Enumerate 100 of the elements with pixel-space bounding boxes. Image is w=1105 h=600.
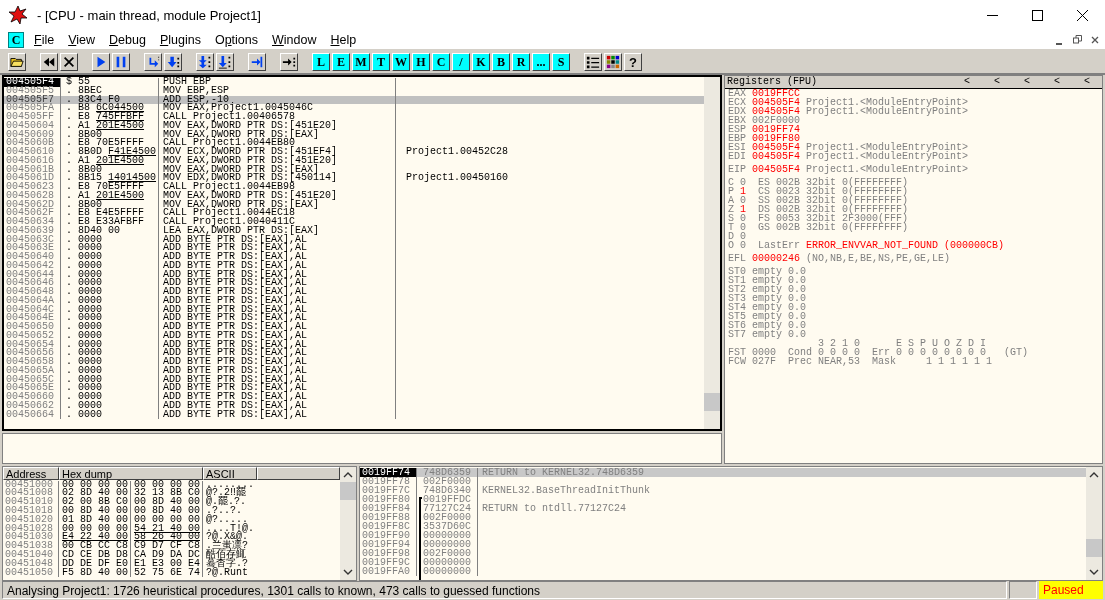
stack-row[interactable]: 0019FFA0 00000000 xyxy=(360,566,1086,576)
pause-button[interactable] xyxy=(112,53,130,71)
view-shortcut-button[interactable]: M xyxy=(352,53,370,71)
stack-row[interactable]: 0019FF9C 00000000 xyxy=(360,557,1086,567)
view-switch-button[interactable]: < xyxy=(1042,75,1072,88)
view-shortcut-button[interactable]: W xyxy=(392,53,410,71)
instruction-cell: MOV EAX,DWORD PTR DS:[451E20] xyxy=(159,156,396,166)
step-into-button[interactable] xyxy=(144,53,162,71)
column-header[interactable]: Hex dump xyxy=(59,466,203,480)
stack-row[interactable]: 0019FF90 00000000 xyxy=(360,530,1086,540)
code-row[interactable]: 00450628 . A1 201E4500 MOV EAX,DWORD PTR DS:[451E20] xyxy=(4,191,704,201)
menu-item[interactable]: View xyxy=(62,32,102,47)
hex-cell: CA D9 DA DC xyxy=(131,551,203,560)
menu-item[interactable]: Options xyxy=(208,32,264,47)
code-row[interactable]: 0045065A . 0000 ADD BYTE PTR DS:[EAX],AL xyxy=(4,366,704,376)
instruction-cell: ADD BYTE PTR DS:[EAX],AL xyxy=(159,253,396,262)
scrollbar[interactable] xyxy=(340,466,356,580)
view-switch-button[interactable]: < xyxy=(1012,75,1042,88)
menu-item[interactable]: Help xyxy=(324,32,363,47)
color-grid-button[interactable] xyxy=(604,53,622,71)
menu-item[interactable]: Window xyxy=(266,32,323,47)
scrollbar[interactable] xyxy=(1086,466,1102,580)
scroll-thumb[interactable] xyxy=(340,481,356,500)
code-row[interactable]: 00450640 . 0000 ADD BYTE PTR DS:[EAX],AL xyxy=(4,253,704,262)
hex-cell: . 0000 xyxy=(61,401,159,411)
register-value: 00000246 xyxy=(752,253,801,263)
list-button[interactable] xyxy=(584,53,602,71)
stack-row[interactable]: 0019FF94 00000000 xyxy=(360,539,1086,549)
menu-item[interactable]: Plugins xyxy=(153,32,207,47)
view-shortcut-button[interactable]: ... xyxy=(532,53,550,71)
view-shortcut-button[interactable]: K xyxy=(472,53,490,71)
stack-row[interactable]: 0019FF8C 3537D60C xyxy=(360,521,1086,531)
cpu-window-badge[interactable]: C xyxy=(8,31,24,48)
code-row[interactable]: 004505F4 $ 55 PUSH EBP xyxy=(4,78,704,87)
code-row[interactable]: 00450664 . 0000 ADD BYTE PTR DS:[EAX],AL xyxy=(4,410,704,420)
code-row[interactable]: 00450616 . A1 201E4500 MOV EAX,DWORD PTR DS:[451E20] xyxy=(4,156,704,166)
step-over-button[interactable] xyxy=(164,53,182,71)
animate-over-button[interactable] xyxy=(216,53,234,71)
view-shortcut-button[interactable]: R xyxy=(512,53,530,71)
fpu-value: 0.0 xyxy=(788,293,806,303)
address-cell: 0019FF7C xyxy=(360,485,417,495)
stack-row[interactable]: 0019FF74 748D6359 RETURN to KERNEL32.748D6359 xyxy=(360,467,1086,477)
go-to-button[interactable] xyxy=(280,53,298,71)
code-row[interactable]: 00450648 . 0000 ADD BYTE PTR DS:[EAX],AL xyxy=(4,288,704,297)
address-cell: 0019FF8C xyxy=(360,521,417,531)
open-button[interactable] xyxy=(8,53,26,71)
view-shortcut-button[interactable]: E xyxy=(332,53,350,71)
segment-register: DS 002B 32bit 0(FFFFFFFF) xyxy=(758,204,909,214)
flag-name: C xyxy=(728,177,735,187)
animate-into-button[interactable] xyxy=(196,53,214,71)
address-cell: 0019FFA0 xyxy=(360,566,417,576)
code-row[interactable]: 0045064A . 0000 ADD BYTE PTR DS:[EAX],AL xyxy=(4,296,704,306)
value-cell: 748D6340 xyxy=(417,485,478,495)
code-row[interactable]: 00450658 . 0000 ADD BYTE PTR DS:[EAX],AL xyxy=(4,358,704,367)
scroll-down-icon[interactable] xyxy=(1089,567,1099,576)
scroll-thumb[interactable] xyxy=(1086,538,1102,557)
scroll-down-icon[interactable] xyxy=(343,567,353,576)
code-row[interactable]: 00450650 . 0000 ADD BYTE PTR DS:[EAX],AL xyxy=(4,323,704,332)
view-shortcut-button[interactable]: T xyxy=(372,53,390,71)
code-row[interactable]: 004505F5 . 8BEC MOV EBP,ESP xyxy=(4,86,704,96)
value-cell: 77127C24 xyxy=(417,503,478,513)
scroll-up-icon[interactable] xyxy=(1089,470,1099,479)
hex-cell: . 0000 xyxy=(61,393,159,402)
menu-item[interactable]: File xyxy=(28,32,61,47)
restart-button[interactable] xyxy=(40,53,58,71)
code-row[interactable]: 00450642 . 0000 ADD BYTE PTR DS:[EAX],AL xyxy=(4,261,704,271)
scrollbar[interactable] xyxy=(704,76,720,429)
view-shortcut-button[interactable]: H xyxy=(412,53,430,71)
view-shortcut-button[interactable]: / xyxy=(452,53,470,71)
help-button[interactable]: ? xyxy=(624,53,642,71)
stack-row[interactable]: 0019FF88 002F0000 xyxy=(360,512,1086,522)
view-shortcut-button[interactable]: S xyxy=(552,53,570,71)
view-switch-button[interactable]: < xyxy=(1072,75,1102,88)
view-shortcut-button[interactable]: B xyxy=(492,53,510,71)
code-row[interactable]: 00450662 . 0000 ADD BYTE PTR DS:[EAX],AL xyxy=(4,401,704,411)
view-switch-button[interactable]: < xyxy=(952,75,982,88)
close-program-button[interactable] xyxy=(60,53,78,71)
code-row[interactable]: 00450610 . 8B0D F41E4500 MOV ECX,DWORD PTR DS:[451EF4] Project1.00452C28 xyxy=(4,148,704,157)
code-row[interactable]: 00450604 . A1 201E4500 MOV EAX,DWORD PTR DS:[451E20] xyxy=(4,121,704,131)
run-button[interactable] xyxy=(92,53,110,71)
address-cell: 004505F5 xyxy=(4,86,61,96)
stack-row[interactable]: 0019FF78 002F0000 xyxy=(360,476,1086,486)
view-shortcut-button[interactable]: L xyxy=(312,53,330,71)
comment-cell: Project1.00450160 xyxy=(406,172,509,184)
scroll-thumb[interactable] xyxy=(704,392,720,411)
view-shortcut-button[interactable]: C xyxy=(432,53,450,71)
stack-row[interactable]: 0019FF98 002F0000 xyxy=(360,548,1086,558)
view-switch-button[interactable]: < xyxy=(982,75,1012,88)
column-header[interactable]: Address xyxy=(3,466,59,480)
stack-row[interactable]: 0019FF84 77127C24 RETURN to ntdll.77127C24 xyxy=(360,503,1086,513)
code-row[interactable]: 00450652 . 0000 ADD BYTE PTR DS:[EAX],AL xyxy=(4,331,704,341)
menu-item[interactable]: Debug xyxy=(103,32,152,47)
stack-row[interactable]: 0019FF7C 748D6340 KERNEL32.BaseThreadInitThunk xyxy=(360,485,1086,495)
address-cell: 00450652 xyxy=(4,331,61,341)
code-row[interactable]: 00450660 . 0000 ADD BYTE PTR DS:[EAX],AL xyxy=(4,393,704,402)
flag-name: S xyxy=(728,213,735,223)
scroll-up-icon[interactable] xyxy=(343,470,353,479)
stack-row[interactable]: 0019FF80 0019FFDC xyxy=(360,494,1086,504)
column-header[interactable]: ASCII xyxy=(203,466,257,480)
execute-till-return-button[interactable] xyxy=(248,53,266,71)
